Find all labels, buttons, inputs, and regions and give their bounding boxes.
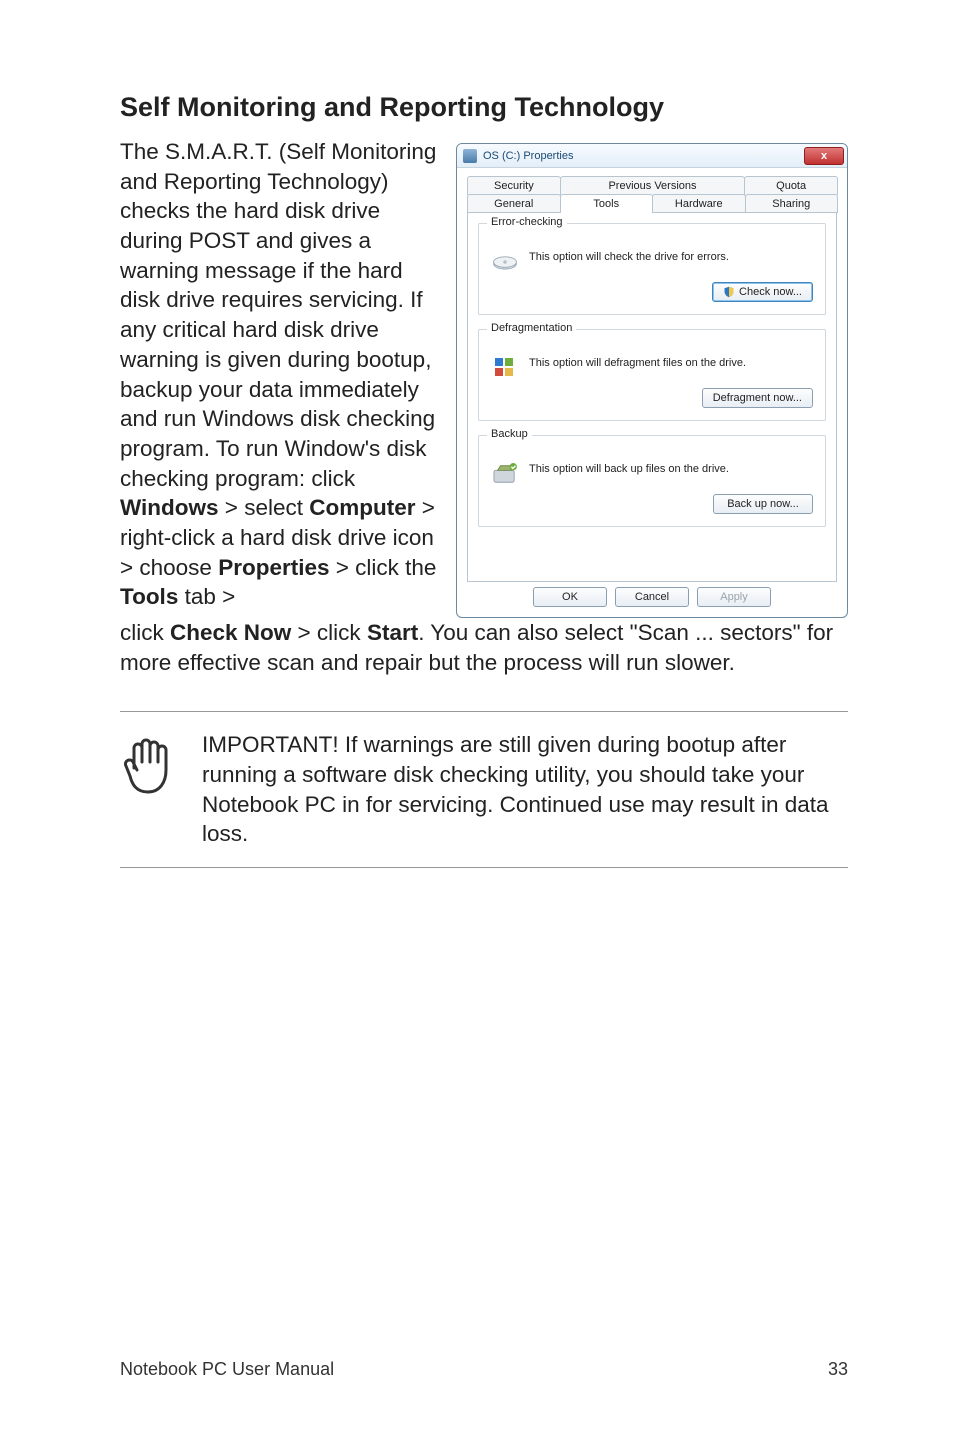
group-legend-defrag: Defragmentation	[487, 322, 576, 334]
group-legend-error: Error-checking	[487, 216, 567, 228]
apply-button[interactable]: Apply	[697, 587, 771, 607]
defrag-icon	[491, 356, 519, 380]
properties-dialog: OS (C:) Properties x Security Previous V…	[456, 143, 848, 618]
tab-security[interactable]: Security	[467, 176, 561, 195]
dialog-titlebar: OS (C:) Properties x	[457, 144, 847, 168]
error-text: This option will check the drive for err…	[529, 250, 813, 264]
backup-now-button[interactable]: Back up now...	[713, 494, 813, 514]
group-defragmentation: Defragmentation This option will defragm…	[478, 329, 826, 421]
check-now-label: Check now...	[739, 286, 802, 298]
group-error-checking: Error-checking This option will check th…	[478, 223, 826, 315]
tab-previous-versions[interactable]: Previous Versions	[560, 176, 746, 195]
backup-icon	[491, 462, 519, 486]
group-backup: Backup This option will back up files on…	[478, 435, 826, 527]
footer-page-number: 33	[828, 1359, 848, 1380]
important-note: IMPORTANT! If warnings are still given d…	[120, 711, 848, 868]
disk-check-icon	[491, 250, 519, 274]
cancel-button[interactable]: Cancel	[615, 587, 689, 607]
defragment-now-button[interactable]: Defragment now...	[702, 388, 813, 408]
continuation-paragraph: click Check Now > click Start. You can a…	[120, 618, 848, 677]
defrag-text: This option will defragment files on the…	[529, 356, 813, 370]
section-heading: Self Monitoring and Reporting Technology	[120, 92, 848, 123]
close-button[interactable]: x	[804, 147, 844, 165]
tab-tools[interactable]: Tools	[560, 194, 654, 213]
tab-sharing[interactable]: Sharing	[745, 194, 839, 213]
dialog-title: OS (C:) Properties	[483, 150, 573, 162]
note-text: IMPORTANT! If warnings are still given d…	[202, 730, 848, 849]
group-legend-backup: Backup	[487, 428, 532, 440]
page-footer: Notebook PC User Manual 33	[120, 1359, 848, 1380]
check-now-button[interactable]: Check now...	[712, 282, 813, 302]
backup-text: This option will back up files on the dr…	[529, 462, 813, 476]
shield-icon	[723, 286, 735, 298]
tab-general[interactable]: General	[467, 194, 561, 213]
drive-icon	[463, 149, 477, 163]
body-paragraph: The S.M.A.R.T. (Self Monitoring and Repo…	[120, 137, 438, 612]
ok-button[interactable]: OK	[533, 587, 607, 607]
tab-hardware[interactable]: Hardware	[652, 194, 746, 213]
footer-left: Notebook PC User Manual	[120, 1359, 334, 1380]
hand-icon	[120, 732, 176, 801]
tab-quota[interactable]: Quota	[744, 176, 838, 195]
